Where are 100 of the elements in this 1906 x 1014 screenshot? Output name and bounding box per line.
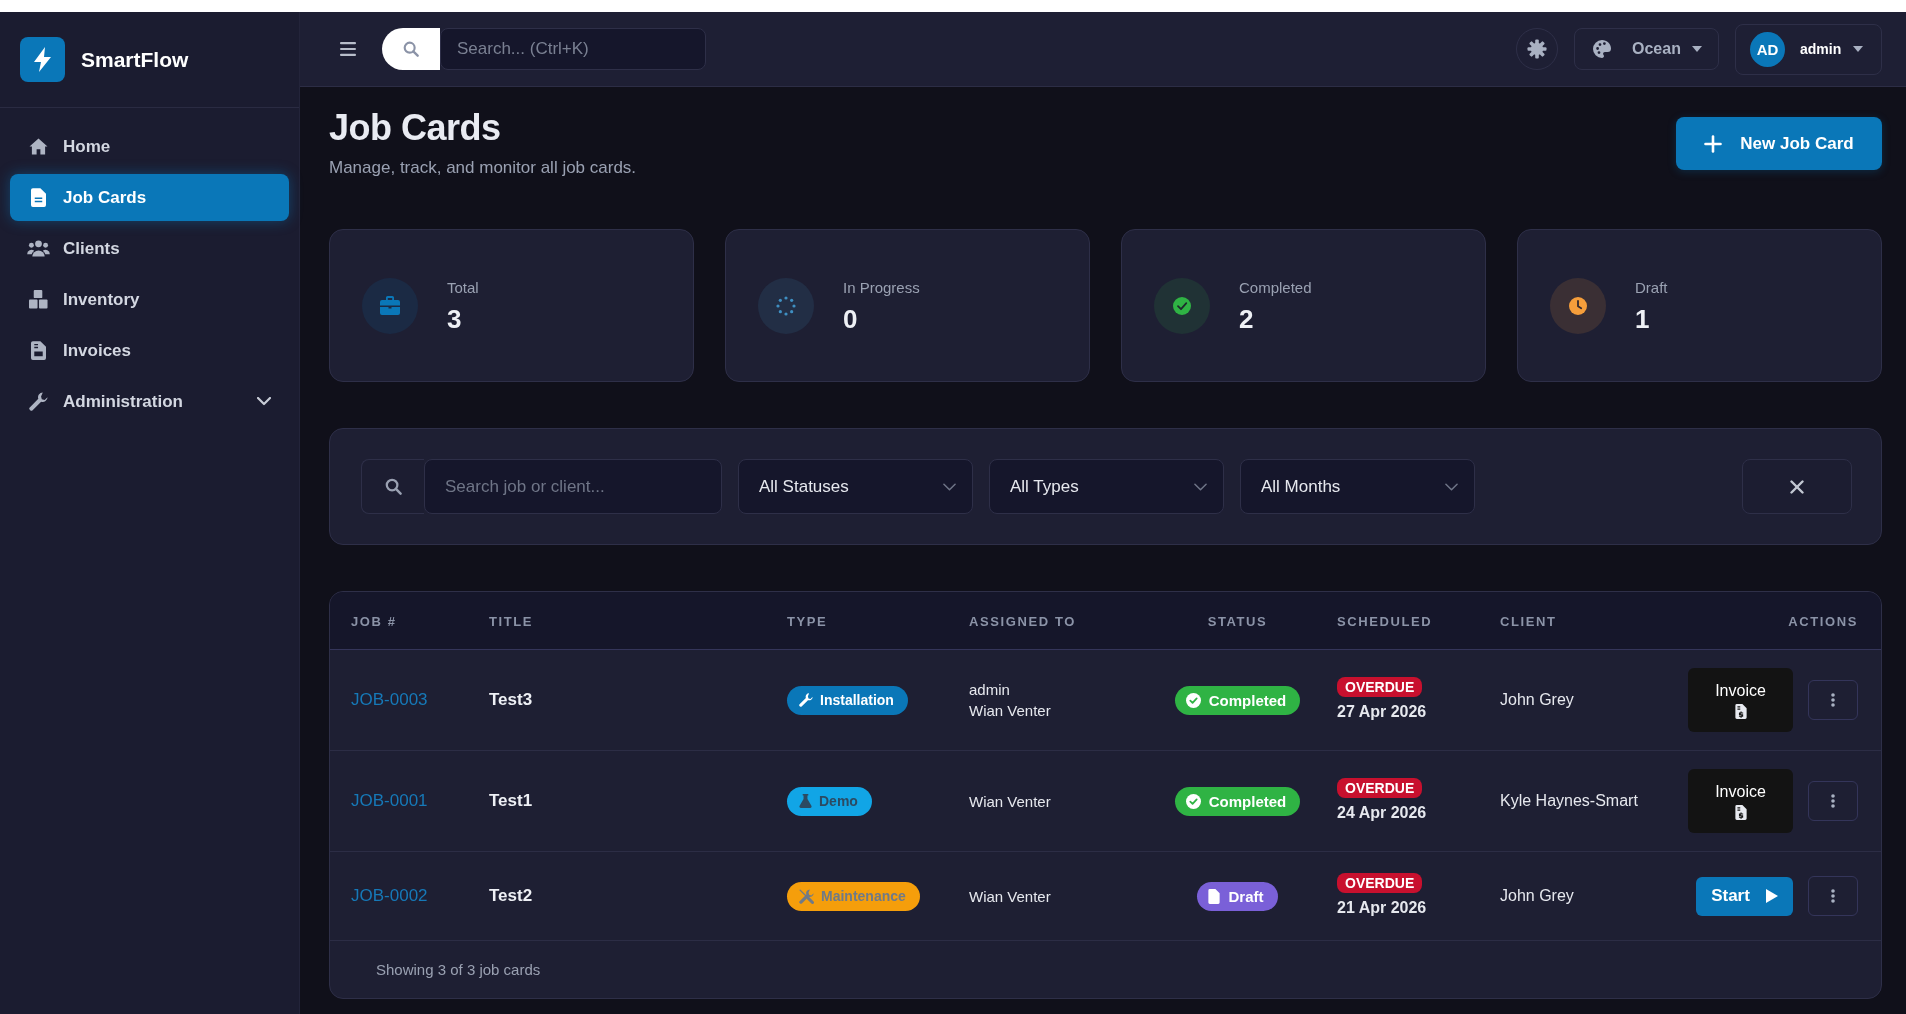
- client-name: Kyle Haynes-Smart: [1500, 792, 1638, 809]
- stat-label: Completed: [1239, 277, 1312, 298]
- search-button[interactable]: [382, 28, 440, 70]
- dots-vertical-icon: [1831, 693, 1835, 707]
- type-tag: Maintenance: [787, 881, 920, 911]
- assignee-name: Wian Venter: [969, 791, 1052, 812]
- plus-icon: [1704, 134, 1723, 153]
- brand-name: SmartFlow: [81, 47, 189, 72]
- caret-down-icon: [1853, 46, 1863, 52]
- document-icon: [1208, 888, 1221, 904]
- clock-icon: [1550, 277, 1606, 334]
- sidebar-item[interactable]: Invoices: [10, 327, 289, 374]
- status-badge: Completed: [1174, 685, 1301, 715]
- lightning-bolt-icon: [20, 37, 65, 82]
- briefcase-icon: [362, 277, 418, 334]
- sidebar-item[interactable]: Administration: [10, 378, 289, 425]
- job-title: Test2: [489, 886, 533, 905]
- theme-dropdown[interactable]: Ocean: [1574, 28, 1719, 70]
- check-circle-icon: [1185, 793, 1201, 809]
- chevron-down-icon: [1445, 482, 1458, 491]
- assignee-name: admin: [969, 680, 1011, 700]
- scheduled-date: 24 Apr 2026: [1337, 803, 1427, 823]
- flask-icon: [799, 794, 812, 808]
- page-subtitle: Manage, track, and monitor all job cards.: [329, 157, 637, 179]
- users-icon: [27, 240, 50, 257]
- type-tag: Installation: [787, 685, 908, 715]
- sidebar-item[interactable]: Home: [10, 123, 289, 170]
- dots-vertical-icon: [1831, 794, 1835, 808]
- column-header: TYPE: [787, 613, 828, 629]
- overdue-badge: OVERDUE: [1337, 778, 1423, 798]
- close-icon: [1790, 479, 1804, 494]
- house-icon: [29, 138, 48, 155]
- play-icon: [1765, 889, 1778, 903]
- overdue-badge: OVERDUE: [1337, 873, 1423, 893]
- search-field[interactable]: Search... (Ctrl+K): [440, 28, 706, 70]
- page-title: Job Cards: [329, 106, 502, 150]
- more-button[interactable]: [1808, 680, 1858, 720]
- crossed-tools-icon: [799, 888, 814, 904]
- stat-value: 3: [447, 303, 463, 334]
- wrench-icon: [799, 693, 813, 707]
- wrench-icon: [29, 392, 48, 411]
- document-icon: [31, 188, 46, 207]
- check-circle-icon: [1185, 692, 1201, 708]
- clear-filters-button[interactable]: [1742, 459, 1852, 514]
- scheduled-date: 21 Apr 2026: [1337, 898, 1427, 918]
- search-icon: [403, 41, 419, 57]
- assignee-name: Wian Venter: [969, 886, 1052, 907]
- job-title: Test3: [489, 690, 533, 709]
- stat-value: 2: [1239, 303, 1255, 334]
- user-avatar: AD: [1750, 31, 1785, 67]
- stat-label: In Progress: [843, 277, 920, 298]
- sidebar-item[interactable]: Job Cards: [10, 174, 289, 221]
- caret-down-icon: [1692, 46, 1702, 52]
- column-header: ASSIGNED TO: [969, 613, 1076, 629]
- filter-dropdown[interactable]: All Months: [1240, 459, 1475, 514]
- dots-vertical-icon: [1831, 889, 1835, 903]
- check-circle-icon: [1154, 277, 1210, 334]
- overdue-badge: OVERDUE: [1337, 677, 1423, 697]
- table-footer-text: Showing 3 of 3 job cards: [376, 961, 541, 978]
- menu-icon[interactable]: [340, 42, 356, 56]
- status-badge: Completed: [1174, 786, 1301, 816]
- sidebar-item[interactable]: Clients: [10, 225, 289, 272]
- chevron-down-icon: [1194, 482, 1207, 491]
- column-header: JOB #: [351, 613, 397, 629]
- spinner-icon: [758, 277, 814, 334]
- client-name: John Grey: [1500, 887, 1574, 904]
- column-header: ACTIONS: [1788, 613, 1858, 629]
- type-tag: Demo: [787, 786, 872, 816]
- stat-value: 0: [843, 303, 859, 334]
- more-button[interactable]: [1808, 876, 1858, 916]
- stat-label: Draft: [1635, 277, 1668, 298]
- start-button[interactable]: Start: [1696, 876, 1793, 916]
- user-menu[interactable]: AD admin: [1735, 23, 1882, 75]
- invoice-icon: [1734, 703, 1747, 719]
- invoice-button[interactable]: Invoice: [1688, 769, 1793, 833]
- filter-dropdown[interactable]: All Statuses: [738, 459, 973, 514]
- stat-label: Total: [447, 277, 479, 298]
- assignee-name: Wian Venter: [969, 701, 1052, 721]
- new-job-card-button[interactable]: New Job Card: [1676, 117, 1882, 170]
- document-icon: [31, 341, 46, 360]
- scheduled-date: 27 Apr 2026: [1337, 702, 1427, 722]
- invoice-icon: [1734, 804, 1747, 820]
- column-header: SCHEDULED: [1337, 613, 1433, 629]
- more-button[interactable]: [1808, 781, 1858, 821]
- boxes-icon: [29, 290, 48, 309]
- column-header: CLIENT: [1500, 613, 1557, 629]
- palette-icon: [1592, 39, 1612, 59]
- invoice-button[interactable]: Invoice: [1688, 668, 1793, 732]
- gear-icon: [1527, 39, 1547, 59]
- sidebar-item[interactable]: Inventory: [10, 276, 289, 323]
- search-field[interactable]: Search job or client...: [424, 459, 722, 514]
- status-badge: Draft: [1197, 881, 1278, 911]
- job-title: Test1: [489, 791, 533, 810]
- search-icon: [384, 478, 402, 495]
- column-header: TITLE: [489, 613, 534, 629]
- column-header: STATUS: [1207, 613, 1268, 629]
- stat-value: 1: [1635, 303, 1651, 334]
- chevron-down-icon: [943, 482, 956, 491]
- client-name: John Grey: [1500, 691, 1574, 708]
- filter-dropdown[interactable]: All Types: [989, 459, 1224, 514]
